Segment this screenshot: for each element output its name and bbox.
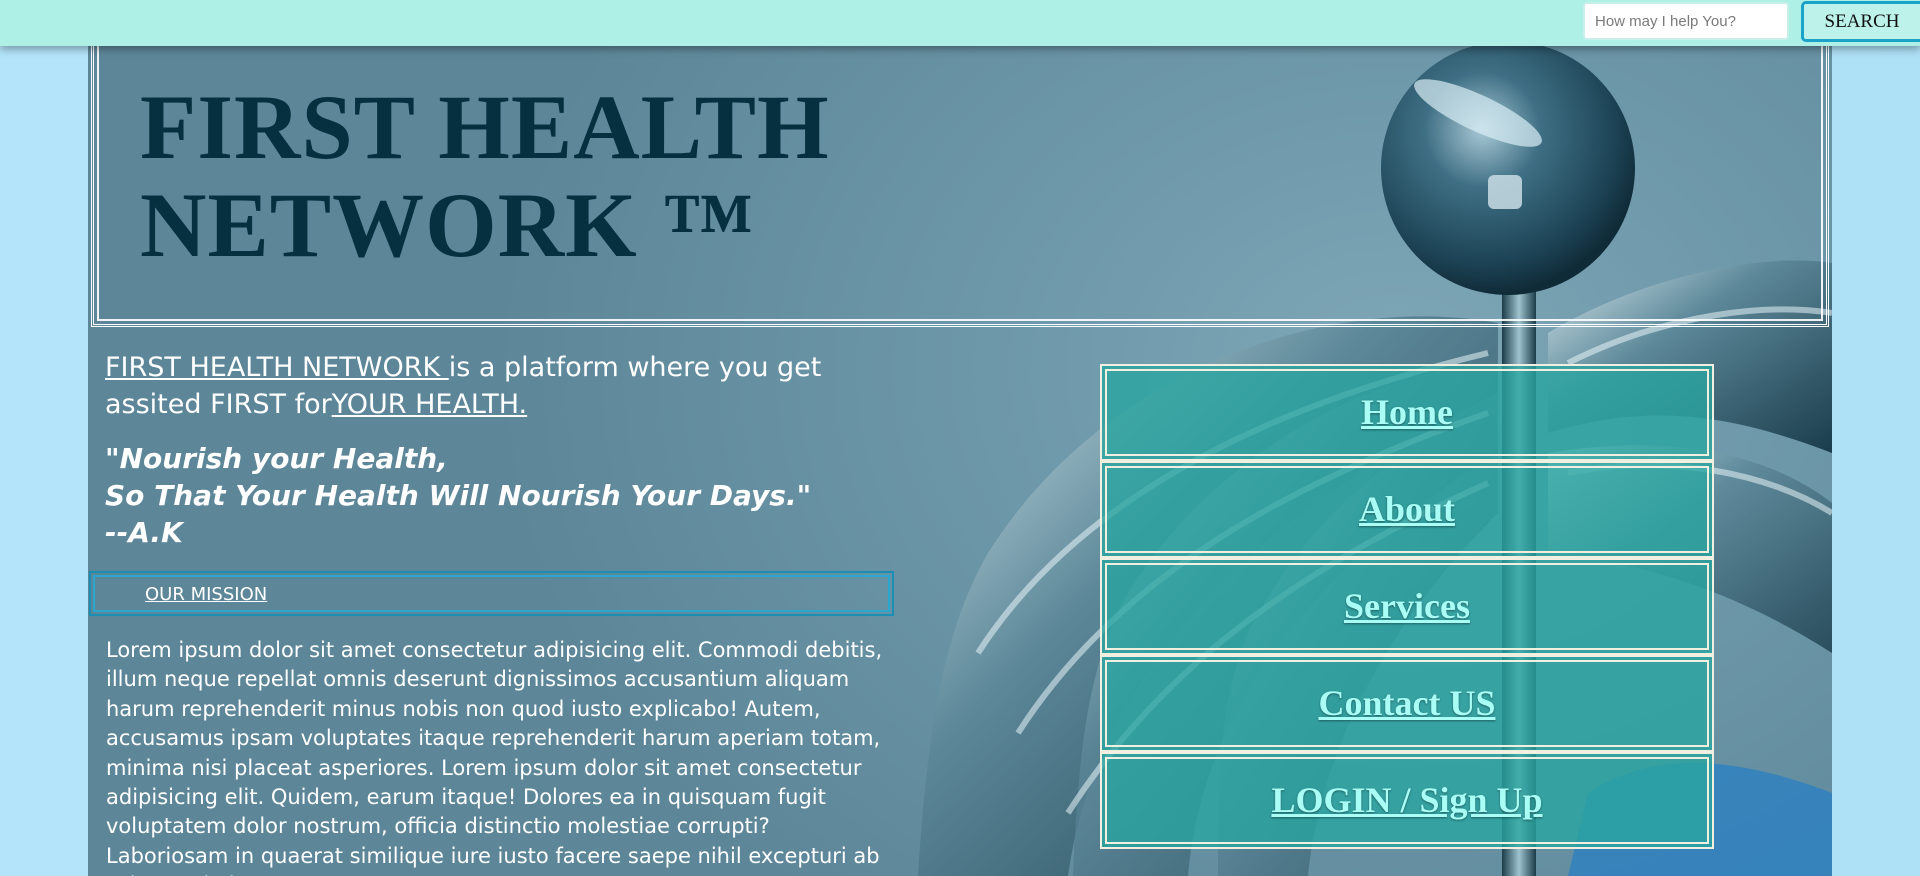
quote-author: --A.K [105,516,183,549]
our-mission-link[interactable]: OUR MISSION [145,584,267,605]
site-title: FIRST HEALTH NETWORK ™ [140,76,830,276]
nav-item-contact[interactable]: Contact US [1100,655,1714,752]
quote-line-2: So That Your Health Will Nourish Your Da… [105,479,812,512]
nav-item-about[interactable]: About [1100,461,1714,558]
nav-item-login[interactable]: LOGIN / Sign Up [1100,752,1714,849]
nav-item-label: Services [1344,586,1470,626]
nav-item-services[interactable]: Services [1100,558,1714,655]
nav-item-label: LOGIN / Sign Up [1271,780,1543,820]
nav-item-label: About [1358,489,1456,529]
search-button[interactable]: SEARCH [1801,1,1920,42]
nav-item-label: Contact US [1318,683,1496,723]
mission-bar: OUR MISSION [89,571,894,616]
nav-item-label: Home [1361,392,1453,432]
brand-link[interactable]: FIRST HEALTH NETWORK [105,352,449,383]
intro-text: FIRST HEALTH NETWORK is a platform where… [105,349,885,423]
search-input[interactable] [1583,2,1789,40]
quote-line-1: "Nourish your Health, [105,442,448,475]
top-bar: SEARCH [0,0,1920,46]
quote-block: "Nourish your Health, So That Your Healt… [105,440,811,551]
nav-item-home[interactable]: Home [1100,364,1714,461]
mission-body-text: Lorem ipsum dolor sit amet consectetur a… [106,638,883,876]
your-health-link[interactable]: YOUR HEALTH. [332,389,527,420]
